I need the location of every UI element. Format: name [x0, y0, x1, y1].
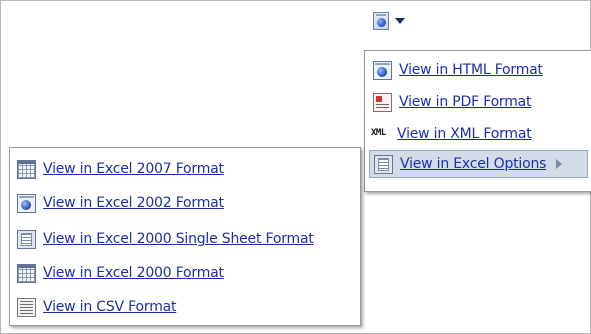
excel-2002-icon — [17, 193, 36, 213]
menu-item-label[interactable]: View in PDF Format — [399, 94, 532, 110]
excel-options-icon — [374, 154, 393, 174]
excel-single-sheet-icon — [17, 229, 36, 249]
excel-options-submenu: View in Excel 2007 Format View in Excel … — [9, 147, 361, 326]
caret-down-icon[interactable] — [395, 18, 405, 24]
submenu-item-label[interactable]: View in Excel 2007 Format — [43, 161, 224, 177]
submenu-item-label[interactable]: View in Excel 2000 Single Sheet Format — [43, 231, 314, 247]
excel-2000-icon — [17, 263, 36, 283]
export-menu: View in HTML Format View in PDF Format X… — [364, 50, 591, 192]
submenu-item-excel-2000[interactable]: View in Excel 2000 Format — [17, 259, 224, 287]
menu-item-label[interactable]: View in XML Format — [397, 126, 532, 142]
menu-item-html[interactable]: View in HTML Format — [373, 56, 543, 84]
menu-item-label[interactable]: View in Excel Options — [400, 156, 546, 172]
export-format-dropdown[interactable] — [373, 11, 405, 31]
submenu-item-excel-2000-single-sheet[interactable]: View in Excel 2000 Single Sheet Format — [17, 225, 314, 253]
menu-item-excel-options[interactable]: View in Excel Options — [369, 150, 588, 178]
menu-item-label[interactable]: View in HTML Format — [399, 62, 543, 78]
submenu-item-label[interactable]: View in CSV Format — [43, 299, 177, 315]
menu-item-xml[interactable]: XML View in XML Format — [371, 120, 532, 148]
submenu-item-csv[interactable]: View in CSV Format — [17, 293, 177, 321]
submenu-item-label[interactable]: View in Excel 2002 Format — [43, 195, 224, 211]
submenu-arrow-icon — [556, 159, 563, 169]
submenu-item-excel-2002[interactable]: View in Excel 2002 Format — [17, 189, 224, 217]
submenu-item-excel-2007[interactable]: View in Excel 2007 Format — [17, 155, 224, 183]
xml-icon-text: XML — [371, 127, 386, 138]
menu-item-pdf[interactable]: View in PDF Format — [373, 88, 532, 116]
xml-icon: XML — [371, 125, 392, 144]
excel-2007-icon — [17, 159, 36, 179]
submenu-item-label[interactable]: View in Excel 2000 Format — [43, 265, 224, 281]
html-globe-icon — [373, 60, 392, 80]
html-export-icon[interactable] — [373, 12, 389, 30]
pdf-document-icon — [373, 92, 392, 112]
csv-icon — [17, 297, 36, 317]
